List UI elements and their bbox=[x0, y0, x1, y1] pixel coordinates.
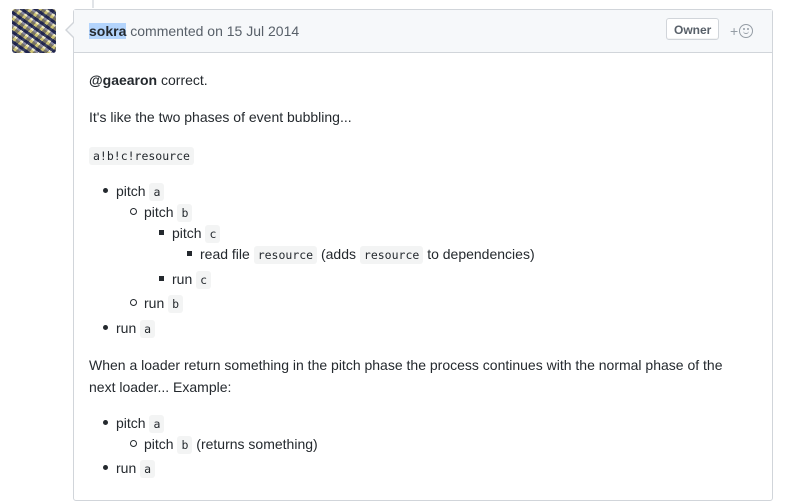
plus-icon: + bbox=[730, 23, 739, 39]
list-item: pitch a bbox=[103, 412, 165, 435]
bullet-disc-icon bbox=[103, 420, 108, 425]
paragraph-3-line-1: When a loader return something in the pi… bbox=[89, 357, 723, 373]
list-item-text: run bbox=[116, 460, 137, 476]
list-item: run b bbox=[130, 292, 184, 315]
bullet-square-icon bbox=[159, 230, 164, 235]
inline-code: a bbox=[140, 460, 156, 478]
bullet-disc-icon bbox=[103, 325, 108, 330]
inline-code: a bbox=[140, 320, 156, 338]
list-item: pitch b bbox=[130, 201, 193, 224]
inline-code: a bbox=[149, 415, 165, 433]
bullet-disc-icon bbox=[103, 465, 108, 470]
paragraph-1-text: correct. bbox=[157, 72, 208, 88]
inline-code: resource bbox=[253, 246, 318, 264]
list-item: pitch b (returns something) bbox=[130, 433, 318, 456]
user-mention[interactable]: @gaearon bbox=[89, 72, 157, 88]
list-item: read file resource (adds resource to dep… bbox=[187, 243, 535, 266]
inline-code: a!b!c!resource bbox=[89, 147, 194, 165]
inline-code: b bbox=[177, 204, 193, 222]
paragraph-2: It's like the two phases of event bubbli… bbox=[89, 109, 352, 125]
list-item-text: run bbox=[172, 271, 193, 287]
bullet-disc-icon bbox=[103, 188, 108, 193]
bullet-square-icon bbox=[187, 251, 192, 256]
comment-arrow-inner bbox=[67, 23, 74, 37]
list-item-text: to dependencies) bbox=[427, 246, 535, 262]
bullet-square-icon bbox=[159, 276, 164, 281]
inline-code: c bbox=[205, 225, 221, 243]
list-item-text: run bbox=[144, 295, 165, 311]
list-item: pitch a bbox=[103, 180, 165, 203]
paragraph-3-line-2: next loader... Example: bbox=[89, 379, 232, 395]
inline-code: b bbox=[177, 436, 193, 454]
list-item-text: read file bbox=[200, 246, 250, 262]
list-item-text: run bbox=[116, 320, 137, 336]
bullet-circle-icon bbox=[130, 299, 137, 306]
list-item: run a bbox=[103, 457, 156, 480]
smiley-icon bbox=[739, 24, 754, 38]
inline-code: b bbox=[168, 295, 184, 313]
comment-timestamp[interactable]: commented on 15 Jul 2014 bbox=[130, 23, 299, 39]
inline-code: c bbox=[196, 271, 212, 289]
bullet-circle-icon bbox=[130, 440, 137, 447]
timeline-line bbox=[92, 0, 94, 8]
code-paragraph: a!b!c!resource bbox=[89, 144, 194, 167]
list-item: run a bbox=[103, 317, 156, 340]
comment-header: sokra commented on 15 Jul 2014 Owner + bbox=[74, 10, 772, 53]
list-item: pitch c bbox=[159, 222, 221, 245]
list-item-text: pitch bbox=[116, 415, 146, 431]
list-item-text: (adds bbox=[320, 246, 357, 262]
list-item-text: pitch bbox=[172, 225, 202, 241]
list-item-text: pitch bbox=[144, 204, 174, 220]
comment-meta: sokra commented on 15 Jul 2014 bbox=[89, 23, 299, 39]
list-item: run c bbox=[159, 268, 212, 291]
bullet-circle-icon bbox=[130, 208, 137, 215]
comment-box: sokra commented on 15 Jul 2014 Owner + @… bbox=[65, 9, 773, 501]
list-item-text: (returns something) bbox=[196, 436, 318, 452]
inline-code: resource bbox=[359, 246, 424, 264]
author-link[interactable]: sokra bbox=[89, 23, 127, 39]
list-item-text: pitch bbox=[116, 183, 146, 199]
list-item-text: pitch bbox=[144, 436, 174, 452]
owner-badge: Owner bbox=[666, 18, 720, 40]
inline-code: a bbox=[149, 183, 165, 201]
add-reaction-button[interactable]: + bbox=[730, 22, 754, 40]
paragraph-1: @gaearon correct. bbox=[89, 69, 208, 91]
avatar[interactable] bbox=[12, 9, 56, 53]
